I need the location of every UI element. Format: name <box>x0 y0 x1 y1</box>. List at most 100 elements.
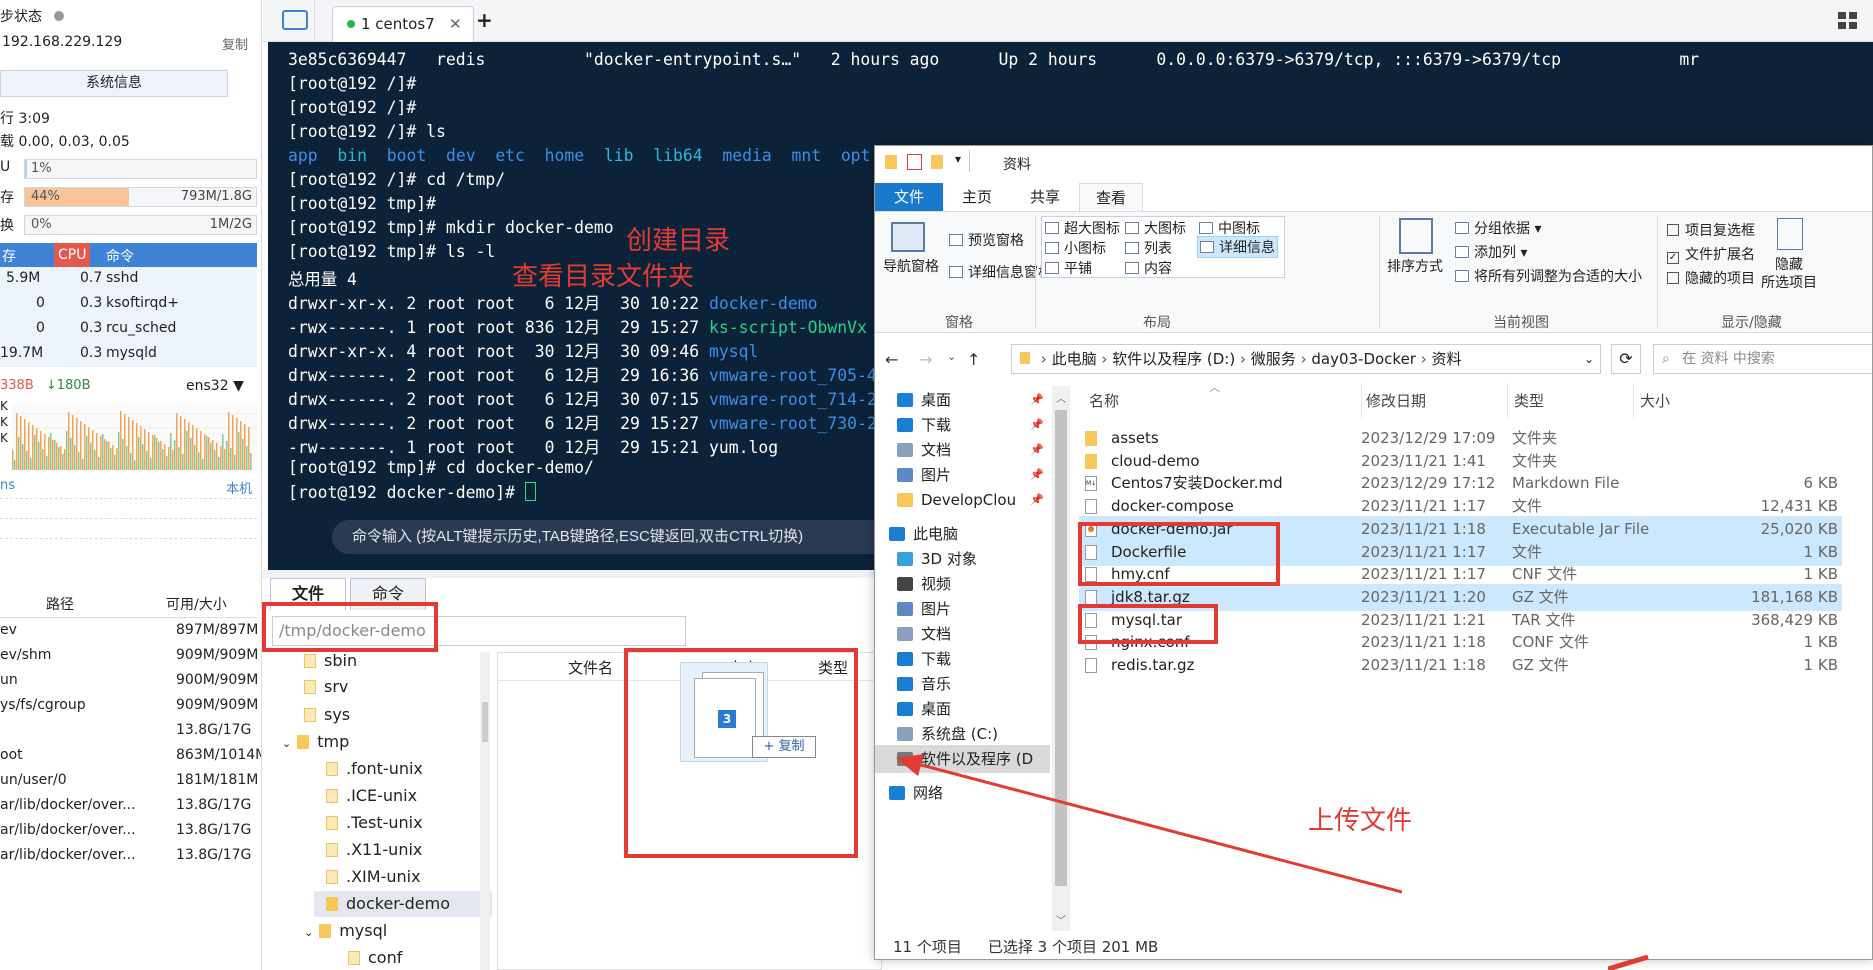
chevron-down-icon[interactable]: ⌄ <box>1584 345 1594 373</box>
breadcrumb[interactable]: 软件以及程序 (D:) <box>1112 350 1235 368</box>
tree-scrollbar[interactable] <box>480 652 490 970</box>
disk-row[interactable]: ev 897M/897M <box>0 618 258 643</box>
tree-item[interactable]: srv <box>304 674 348 700</box>
system-info-button[interactable]: 系统信息 <box>0 70 228 97</box>
copy-ip-button[interactable]: 复制 <box>222 34 248 53</box>
nav-item[interactable]: 下载 <box>875 645 1050 673</box>
tree-item[interactable]: ⌄ mysql <box>304 918 387 944</box>
nav-item[interactable]: DevelopClou 📌 <box>875 486 1050 514</box>
tree-item-selected[interactable]: docker-demo <box>314 891 492 917</box>
group-by-button[interactable]: 分组依据 ▾ <box>1455 218 1541 238</box>
pin-icon[interactable]: 📌 <box>1030 386 1044 414</box>
process-row[interactable]: 0 0.3 rcu_sched <box>0 317 257 342</box>
nav-item[interactable]: 网络 <box>875 779 1050 807</box>
layout-extra-large[interactable]: 超大图标 <box>1045 218 1120 238</box>
col-name[interactable]: 文件名 <box>568 657 613 678</box>
tab-centos7[interactable]: 1 centos7 ✕ <box>332 6 474 42</box>
breadcrumb[interactable]: 微服务 <box>1251 350 1296 368</box>
disk-row[interactable]: ar/lib/docker/over... 13.8G/17G <box>0 843 257 868</box>
nav-scrollbar[interactable]: ︿ ﹀ <box>1052 386 1070 931</box>
layout-content[interactable]: 内容 <box>1125 258 1172 278</box>
ribbon-tab-share[interactable]: 共享 <box>1011 183 1079 211</box>
file-row[interactable]: redis.tar.gz 2023/11/21 1:18 GZ 文件 1 KB <box>1079 652 1842 679</box>
disk-row[interactable]: 13.8G/17G <box>0 718 257 743</box>
disk-row[interactable]: un/user/0 181M/181M <box>0 768 258 793</box>
disk-row[interactable]: oot 863M/1014M <box>0 743 261 768</box>
nav-item[interactable]: 文档 📌 <box>875 436 1050 464</box>
new-folder-icon[interactable] <box>931 155 943 169</box>
tree-item[interactable]: .XIM-unix <box>326 864 421 890</box>
process-row[interactable]: 0 0.3 ksoftirqd+ <box>0 292 257 317</box>
file-ext-toggle[interactable]: ✓ 文件扩展名 <box>1667 244 1755 264</box>
local-link[interactable]: 本机 <box>226 478 252 497</box>
breadcrumb[interactable]: day03-Docker <box>1311 350 1416 368</box>
disk-row[interactable]: ar/lib/docker/over... 13.8G/17G <box>0 818 257 843</box>
tree-item[interactable]: conf <box>348 945 402 970</box>
pin-icon[interactable]: 📌 <box>1030 436 1044 464</box>
add-column-button[interactable]: 添加列 ▾ <box>1455 242 1527 262</box>
layout-medium[interactable]: 中图标 <box>1199 218 1260 238</box>
disk-row[interactable]: ys/fs/cgroup 909M/909M <box>0 693 258 718</box>
refresh-icon[interactable]: ⟳ <box>1611 344 1641 374</box>
nav-item[interactable]: 视频 <box>875 570 1050 598</box>
process-row[interactable]: 19.7M 0.3 mysqld <box>0 342 257 367</box>
pin-icon[interactable]: 📌 <box>1030 461 1044 489</box>
preview-pane-button[interactable]: 预览窗格 <box>949 230 1024 250</box>
disk-row[interactable]: ar/lib/docker/over... 13.8G/17G <box>0 793 257 818</box>
nav-pane-button[interactable]: 导航窗格 <box>881 256 941 276</box>
search-input[interactable]: ⌕ 在 资料 中搜索 <box>1653 344 1872 374</box>
hide-selected-button[interactable]: 隐藏 <box>1775 254 1803 274</box>
pin-icon[interactable]: 📌 <box>1030 486 1044 514</box>
qat-dropdown-icon[interactable]: ▾ <box>955 152 961 166</box>
process-row[interactable]: 5.9M 0.7 sshd <box>0 267 257 292</box>
nav-item[interactable]: 文档 <box>875 620 1050 648</box>
nav-item[interactable]: 3D 对象 <box>875 545 1050 573</box>
col-header-type[interactable]: 类型 <box>1507 383 1544 419</box>
hidden-items-toggle[interactable]: 隐藏的项目 <box>1667 268 1755 288</box>
item-checkbox-toggle[interactable]: 项目复选框 <box>1667 220 1755 240</box>
breadcrumb[interactable]: 此电脑 <box>1052 350 1097 368</box>
col-header-name[interactable]: 名称 <box>1089 383 1119 419</box>
breadcrumb[interactable]: 资料 <box>1432 350 1462 368</box>
nav-item[interactable]: 音乐 <box>875 670 1050 698</box>
pin-icon[interactable]: 📌 <box>1030 411 1044 439</box>
tree-item[interactable]: sbin <box>304 652 357 674</box>
layout-small[interactable]: 小图标 <box>1045 238 1106 258</box>
fit-columns-button[interactable]: 将所有列调整为合适的大小 <box>1455 266 1642 286</box>
recent-dropdown-icon[interactable]: ⌄ <box>947 350 956 363</box>
col-header-date[interactable]: 修改日期 <box>1361 383 1426 419</box>
ribbon-tab-file[interactable]: 文件 <box>875 183 943 211</box>
disk-row[interactable]: un 900M/909M <box>0 668 258 693</box>
up-icon[interactable]: ↑ <box>967 350 980 369</box>
nav-item[interactable]: 下载 📌 <box>875 411 1050 439</box>
folder-open-icon[interactable] <box>282 10 308 30</box>
tree-item[interactable]: sys <box>304 702 350 728</box>
tree-item[interactable]: ⌄ tmp <box>282 729 349 755</box>
sort-icon[interactable] <box>1399 218 1433 254</box>
nav-item[interactable]: 此电脑 <box>875 520 1050 548</box>
layout-tiles[interactable]: 平铺 <box>1045 258 1092 278</box>
new-tab-button[interactable]: + <box>476 8 493 32</box>
details-pane-button[interactable]: 详细信息窗格 <box>949 262 1052 282</box>
grid-view-icon[interactable] <box>1838 12 1858 30</box>
nav-item[interactable]: 桌面 <box>875 695 1050 723</box>
tree-item[interactable]: .ICE-unix <box>326 783 417 809</box>
tree-item[interactable]: .font-unix <box>326 756 423 782</box>
disk-row[interactable]: ev/shm 909M/909M <box>0 643 258 668</box>
ribbon-tab-home[interactable]: 主页 <box>943 183 1011 211</box>
back-icon[interactable]: ← <box>885 350 898 369</box>
tree-item[interactable]: .X11-unix <box>326 837 422 863</box>
address-bar[interactable]: › 此电脑 › 软件以及程序 (D:) › 微服务 › day03-Docker… <box>1011 344 1601 374</box>
nav-item[interactable]: 系统盘 (C:) <box>875 720 1050 748</box>
sort-by-button[interactable]: 排序方式 <box>1387 256 1443 276</box>
layout-list[interactable]: 列表 <box>1125 238 1172 258</box>
net-interface-select[interactable]: ens32 ▼ <box>186 378 244 394</box>
nav-item[interactable]: 图片 <box>875 595 1050 623</box>
properties-icon[interactable] <box>907 154 922 170</box>
forward-icon[interactable]: → <box>919 350 932 369</box>
hide-icon[interactable] <box>1777 218 1803 250</box>
ribbon-tab-view[interactable]: 查看 <box>1079 183 1143 211</box>
nav-item[interactable]: 图片 📌 <box>875 461 1050 489</box>
nav-item[interactable]: 软件以及程序 (D <box>875 745 1050 773</box>
layout-details[interactable]: 详细信息 <box>1197 236 1278 258</box>
